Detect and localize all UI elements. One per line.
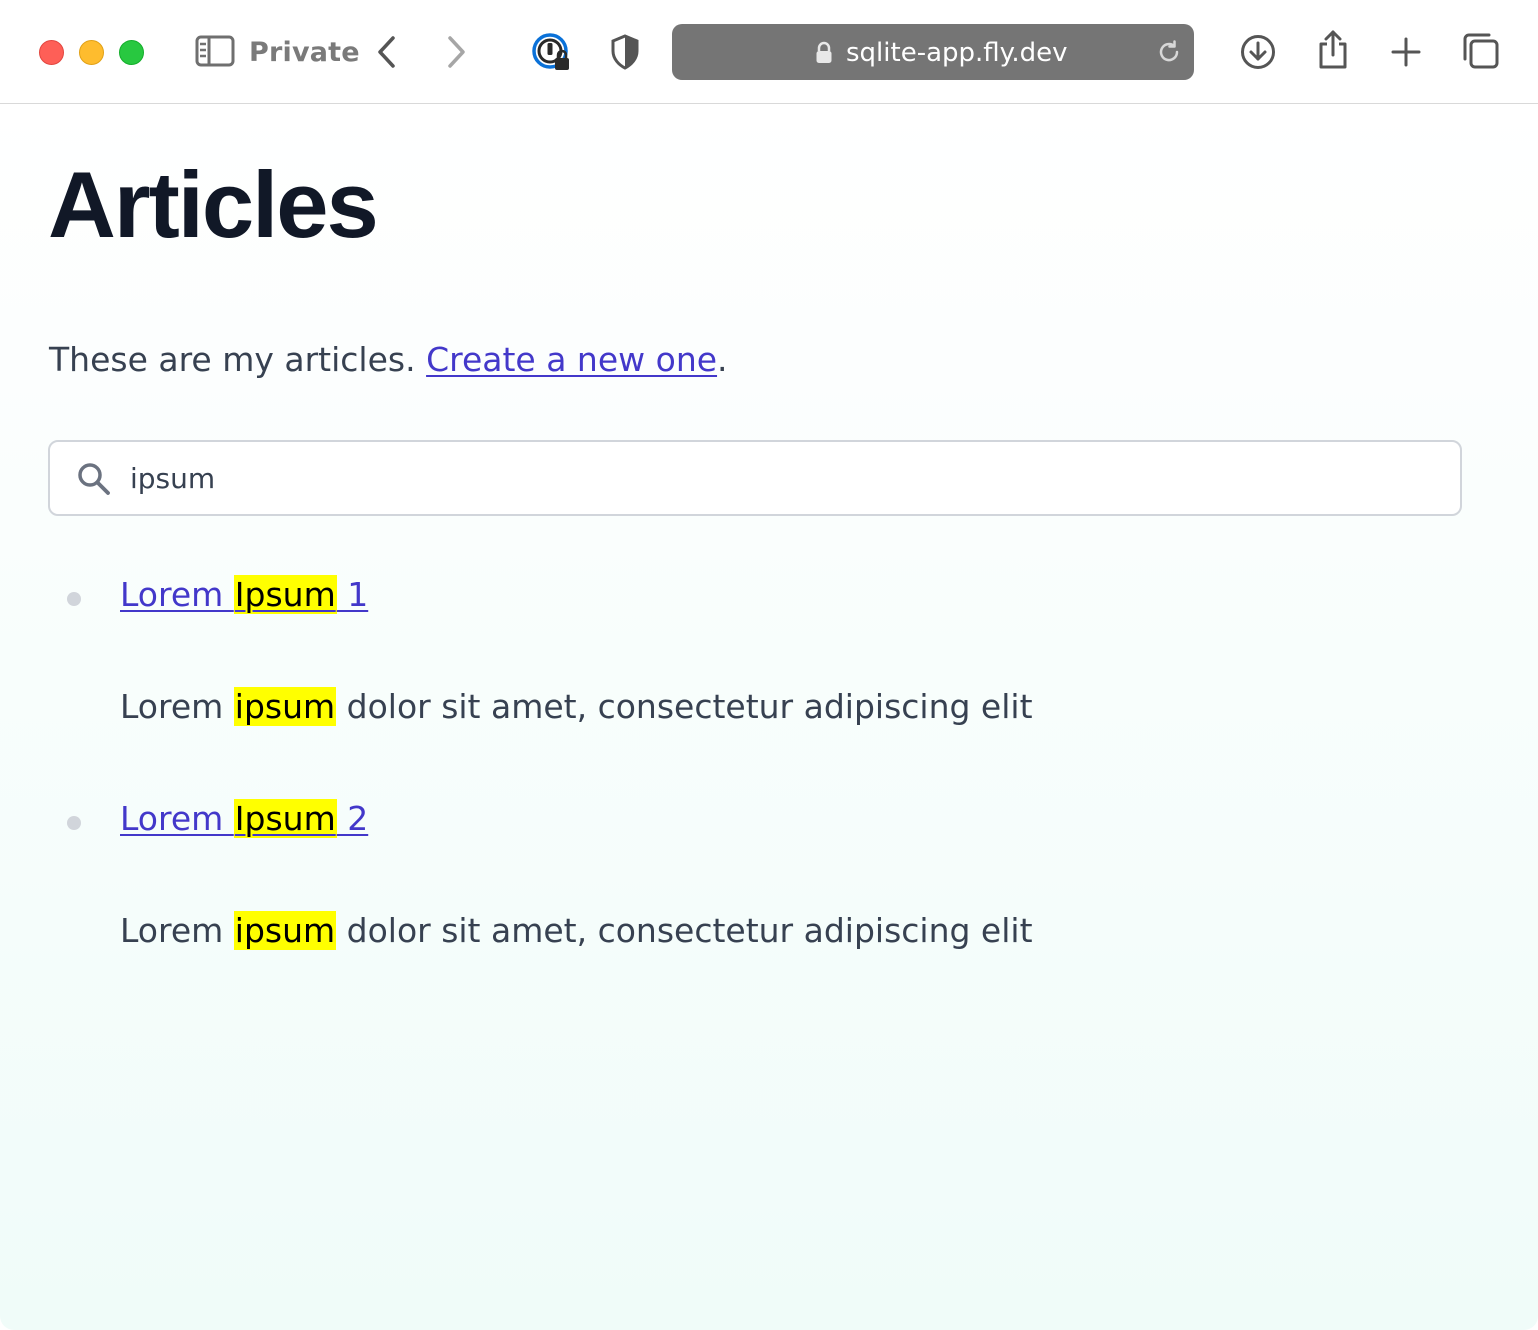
share-icon[interactable] [1315, 28, 1351, 72]
list-bullet [67, 816, 81, 830]
search-box[interactable] [48, 440, 1462, 516]
snippet-text-end: dolor sit amet, consectetur adipiscing e… [336, 911, 1033, 950]
minimize-window-button[interactable] [79, 40, 104, 65]
title-text-end: 2 [336, 799, 369, 838]
snippet-text-end: dolor sit amet, consectetur adipiscing e… [336, 687, 1033, 726]
article-snippet: Lorem ipsum dolor sit amet, consectetur … [120, 685, 1033, 729]
close-window-button[interactable] [39, 40, 64, 65]
intro-label: These are my articles. [49, 340, 427, 379]
snippet-text: Lorem [120, 687, 234, 726]
lock-icon [814, 40, 834, 66]
title-text: Lorem [120, 575, 234, 614]
list-item: Lorem Ipsum 1 Lorem ipsum dolor sit amet… [0, 565, 1538, 785]
title-highlight: Ipsum [233, 575, 337, 614]
search-input[interactable] [130, 458, 1430, 498]
page-content: Articles These are my articles. Create a… [0, 105, 1538, 1330]
list-bullet [67, 592, 81, 606]
article-title-link[interactable]: Lorem Ipsum 2 [120, 797, 368, 841]
browser-toolbar: Private sqlite-app.fly.dev [0, 0, 1538, 104]
url-text[interactable]: sqlite-app.fly.dev [846, 36, 1067, 70]
article-title-link[interactable]: Lorem Ipsum 1 [120, 573, 368, 617]
title-text-end: 1 [336, 575, 369, 614]
title-highlight: Ipsum [233, 799, 337, 838]
page-title: Articles [48, 152, 379, 257]
download-icon[interactable] [1239, 33, 1277, 71]
reload-icon[interactable] [1155, 38, 1183, 66]
tab-overview-icon[interactable] [1462, 32, 1500, 70]
create-article-link[interactable]: Create a new one [426, 340, 717, 379]
chevron-left-icon[interactable] [372, 34, 400, 70]
search-icon [76, 461, 112, 497]
browser-window: Private sqlite-app.fly.dev Articles Thes… [0, 0, 1538, 1330]
private-browsing-label: Private [249, 37, 360, 68]
intro-text: These are my articles. Create a new one. [49, 338, 728, 382]
shield-icon[interactable] [609, 33, 641, 71]
snippet-highlight: ipsum [233, 911, 337, 950]
chevron-right-icon[interactable] [443, 34, 471, 70]
password-lock-icon[interactable] [531, 31, 573, 73]
snippet-text: Lorem [120, 911, 234, 950]
zoom-window-button[interactable] [119, 40, 144, 65]
list-item: Lorem Ipsum 2 Lorem ipsum dolor sit amet… [0, 789, 1538, 1009]
article-snippet: Lorem ipsum dolor sit amet, consectetur … [120, 909, 1033, 953]
intro-end: . [717, 340, 728, 379]
plus-icon[interactable] [1389, 35, 1423, 69]
snippet-highlight: ipsum [233, 687, 337, 726]
title-text: Lorem [120, 799, 234, 838]
sidebar-icon[interactable] [194, 34, 236, 68]
